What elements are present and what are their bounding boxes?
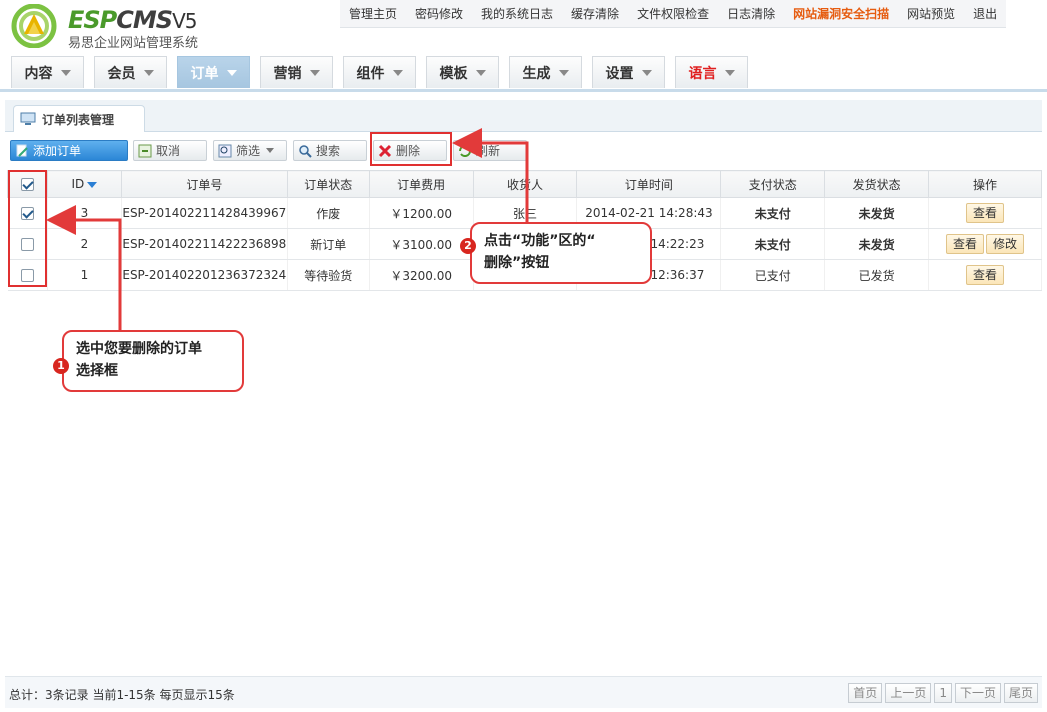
table-header-row: ID 订单号 订单状态 订单费用 收货人 订单时间 支付状态 发货状态 操作 — [7, 170, 1042, 198]
nav-content[interactable]: 内容 — [11, 56, 84, 88]
nav-generate[interactable]: 生成 — [509, 56, 582, 88]
checkbox-highlight-box — [8, 170, 47, 287]
toplink-preview[interactable]: 网站预览 — [898, 0, 964, 27]
view-button[interactable]: 查看 — [966, 265, 1005, 285]
nav-settings[interactable]: 设置 — [592, 56, 665, 88]
page-number[interactable]: 1 — [934, 683, 952, 703]
step1-badge: 1 — [53, 358, 69, 374]
record-summary: 总计：3条记录 当前1-15条 每页显示15条 — [9, 688, 235, 702]
nav-component[interactable]: 组件 — [343, 56, 416, 88]
toplink-file-perm[interactable]: 文件权限检查 — [628, 0, 718, 27]
toplink-my-log[interactable]: 我的系统日志 — [472, 0, 562, 27]
chevron-down-icon — [558, 69, 569, 76]
col-receiver: 收货人 — [472, 170, 578, 198]
chevron-down-icon — [475, 69, 486, 76]
refresh-button[interactable]: 刷新 — [453, 140, 527, 161]
logo-icon — [11, 4, 57, 48]
last-page-button[interactable]: 尾页 — [1003, 683, 1038, 703]
toplink-password[interactable]: 密码修改 — [406, 0, 472, 27]
refresh-icon — [458, 144, 472, 158]
nav-marketing[interactable]: 营销 — [260, 56, 333, 88]
order-fee: ￥1200.00 — [369, 197, 474, 229]
step2-callout: 点击“功能”区的“ 删除”按钮 — [470, 222, 652, 284]
ship-status: 已发货 — [824, 259, 930, 291]
col-pay-status: 支付状态 — [720, 170, 826, 198]
cancel-icon — [138, 144, 152, 158]
pagination: 首页 上一页 1 下一页 尾页 — [848, 683, 1038, 703]
order-number: ESP-201402211422236898 — [121, 228, 288, 260]
add-doc-icon — [15, 144, 29, 158]
nav-language[interactable]: 语言 — [675, 56, 748, 88]
chevron-down-icon — [724, 69, 735, 76]
pay-status: 未支付 — [720, 197, 826, 229]
logo: ESPCMSV5 易思企业网站管理系统 — [10, 4, 220, 51]
filter-icon — [218, 144, 232, 158]
row-actions: 查看 — [928, 259, 1042, 291]
ship-status: 未发货 — [824, 197, 930, 229]
col-fee: 订单费用 — [368, 170, 474, 198]
col-ship-status: 发货状态 — [824, 170, 930, 198]
view-button[interactable]: 查看 — [946, 234, 985, 254]
ship-status: 未发货 — [824, 228, 930, 260]
toplink-home[interactable]: 管理主页 — [340, 0, 406, 27]
order-id: 3 — [47, 197, 122, 229]
toplink-clear-log[interactable]: 日志清除 — [718, 0, 784, 27]
toplink-security-scan[interactable]: 网站漏洞安全扫描 — [784, 0, 898, 27]
chevron-down-icon — [266, 148, 275, 153]
row-actions: 查看 — [928, 197, 1042, 229]
sort-desc-icon — [87, 181, 98, 188]
chevron-down-icon — [143, 69, 154, 76]
col-id[interactable]: ID — [46, 170, 122, 198]
chevron-down-icon — [392, 69, 403, 76]
nav-member[interactable]: 会员 — [94, 56, 167, 88]
order-fee: ￥3200.00 — [369, 259, 474, 291]
nav-order[interactable]: 订单 — [177, 56, 250, 88]
brand-name: ESPCMSV5 — [68, 6, 197, 34]
order-id: 2 — [47, 228, 122, 260]
first-page-button[interactable]: 首页 — [848, 683, 883, 703]
order-number: ESP-201402201236372324 — [121, 259, 288, 291]
next-page-button[interactable]: 下一页 — [954, 683, 1001, 703]
tab-order-list[interactable]: 订单列表管理 — [13, 105, 145, 132]
filter-button[interactable]: 筛选 — [213, 140, 287, 161]
col-order-no: 订单号 — [120, 170, 288, 198]
pay-status: 未支付 — [720, 228, 826, 260]
chevron-down-icon — [226, 69, 237, 76]
col-time: 订单时间 — [576, 170, 722, 198]
view-button[interactable]: 查看 — [966, 203, 1005, 223]
order-number: ESP-201402211428439967 — [121, 197, 288, 229]
order-status: 等待验货 — [287, 259, 370, 291]
prev-page-button[interactable]: 上一页 — [885, 683, 932, 703]
top-links: 管理主页 密码修改 我的系统日志 缓存清除 文件权限检查 日志清除 网站漏洞安全… — [340, 0, 1007, 28]
step2-badge: 2 — [460, 238, 476, 254]
chevron-down-icon — [60, 69, 71, 76]
toplink-clear-cache[interactable]: 缓存清除 — [562, 0, 628, 27]
cancel-button[interactable]: 取消 — [133, 140, 207, 161]
toplink-logout[interactable]: 退出 — [964, 0, 1006, 27]
brand-subtitle: 易思企业网站管理系统 — [68, 36, 199, 51]
chevron-down-icon — [309, 69, 320, 76]
step1-callout: 选中您要删除的订单 选择框 — [62, 330, 244, 392]
col-actions: 操作 — [928, 170, 1042, 198]
panel-tab-bar: 订单列表管理 — [5, 100, 1042, 132]
pay-status: 已支付 — [720, 259, 826, 291]
search-button[interactable]: 搜索 — [293, 140, 367, 161]
order-fee: ￥3100.00 — [369, 228, 474, 260]
edit-button[interactable]: 修改 — [986, 234, 1025, 254]
order-status: 新订单 — [287, 228, 370, 260]
order-id: 1 — [47, 259, 122, 291]
add-order-button[interactable]: 添加订单 — [10, 140, 128, 161]
toolbar: 添加订单 取消 筛选 搜索 删除 刷新 — [5, 136, 1042, 166]
header: ESPCMSV5 易思企业网站管理系统 管理主页 密码修改 我的系统日志 缓存清… — [0, 0, 1047, 56]
delete-highlight-box — [370, 132, 452, 166]
col-status: 订单状态 — [286, 170, 370, 198]
order-status: 作废 — [287, 197, 370, 229]
search-icon — [298, 144, 312, 158]
chevron-down-icon — [641, 69, 652, 76]
row-actions: 查看 修改 — [928, 228, 1042, 260]
nav-template[interactable]: 模板 — [426, 56, 499, 88]
monitor-icon — [20, 112, 36, 125]
footer-bar: 总计：3条记录 当前1-15条 每页显示15条 首页 上一页 1 下一页 尾页 — [5, 676, 1042, 708]
main-nav: 内容 会员 订单 营销 组件 模板 生成 设置 语言 — [0, 56, 1047, 92]
